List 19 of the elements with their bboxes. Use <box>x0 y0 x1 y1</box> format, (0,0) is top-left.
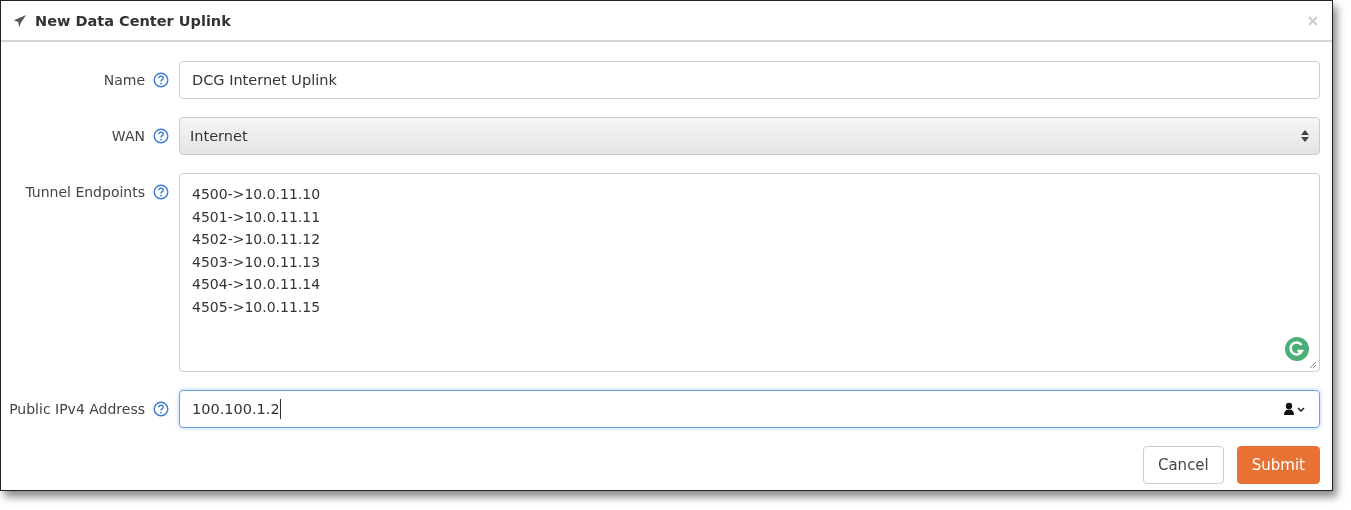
field-label: Public IPv4 Address <box>9 401 145 417</box>
text-field[interactable]: DCG Internet Uplink <box>179 61 1320 99</box>
cancel-button[interactable]: Cancel <box>1142 446 1224 484</box>
text-area-content: 4500->10.0.11.10 4501->10.0.11.11 4502->10.0.11.12 4503->10.0.11.13 4504->10.0.11.14 4505->10.0.11.15 <box>192 185 321 317</box>
grammar-icon[interactable] <box>1285 337 1309 361</box>
paper-plane-icon <box>13 13 27 28</box>
text-area[interactable]: 4500->10.0.11.10 4501->10.0.11.11 4502->10.0.11.12 4503->10.0.11.13 4504->10.0.11.14 4505->10.0.11.15 <box>179 173 1320 372</box>
updown-arrows-icon <box>1301 129 1309 143</box>
help-icon[interactable] <box>153 401 169 417</box>
field-label: Name <box>103 72 145 88</box>
text-field[interactable]: 100.100.1.2 <box>179 390 1320 428</box>
resize-grip-icon[interactable] <box>1309 361 1317 369</box>
dialog-title: New Data Center Uplink <box>35 12 232 29</box>
select-dropdown[interactable]: Internet <box>179 117 1320 155</box>
help-icon[interactable] <box>153 128 169 144</box>
help-icon[interactable] <box>153 184 169 200</box>
field-label: WAN <box>111 128 145 144</box>
help-icon[interactable] <box>153 72 169 88</box>
field-label: Tunnel Endpoints <box>25 184 145 200</box>
